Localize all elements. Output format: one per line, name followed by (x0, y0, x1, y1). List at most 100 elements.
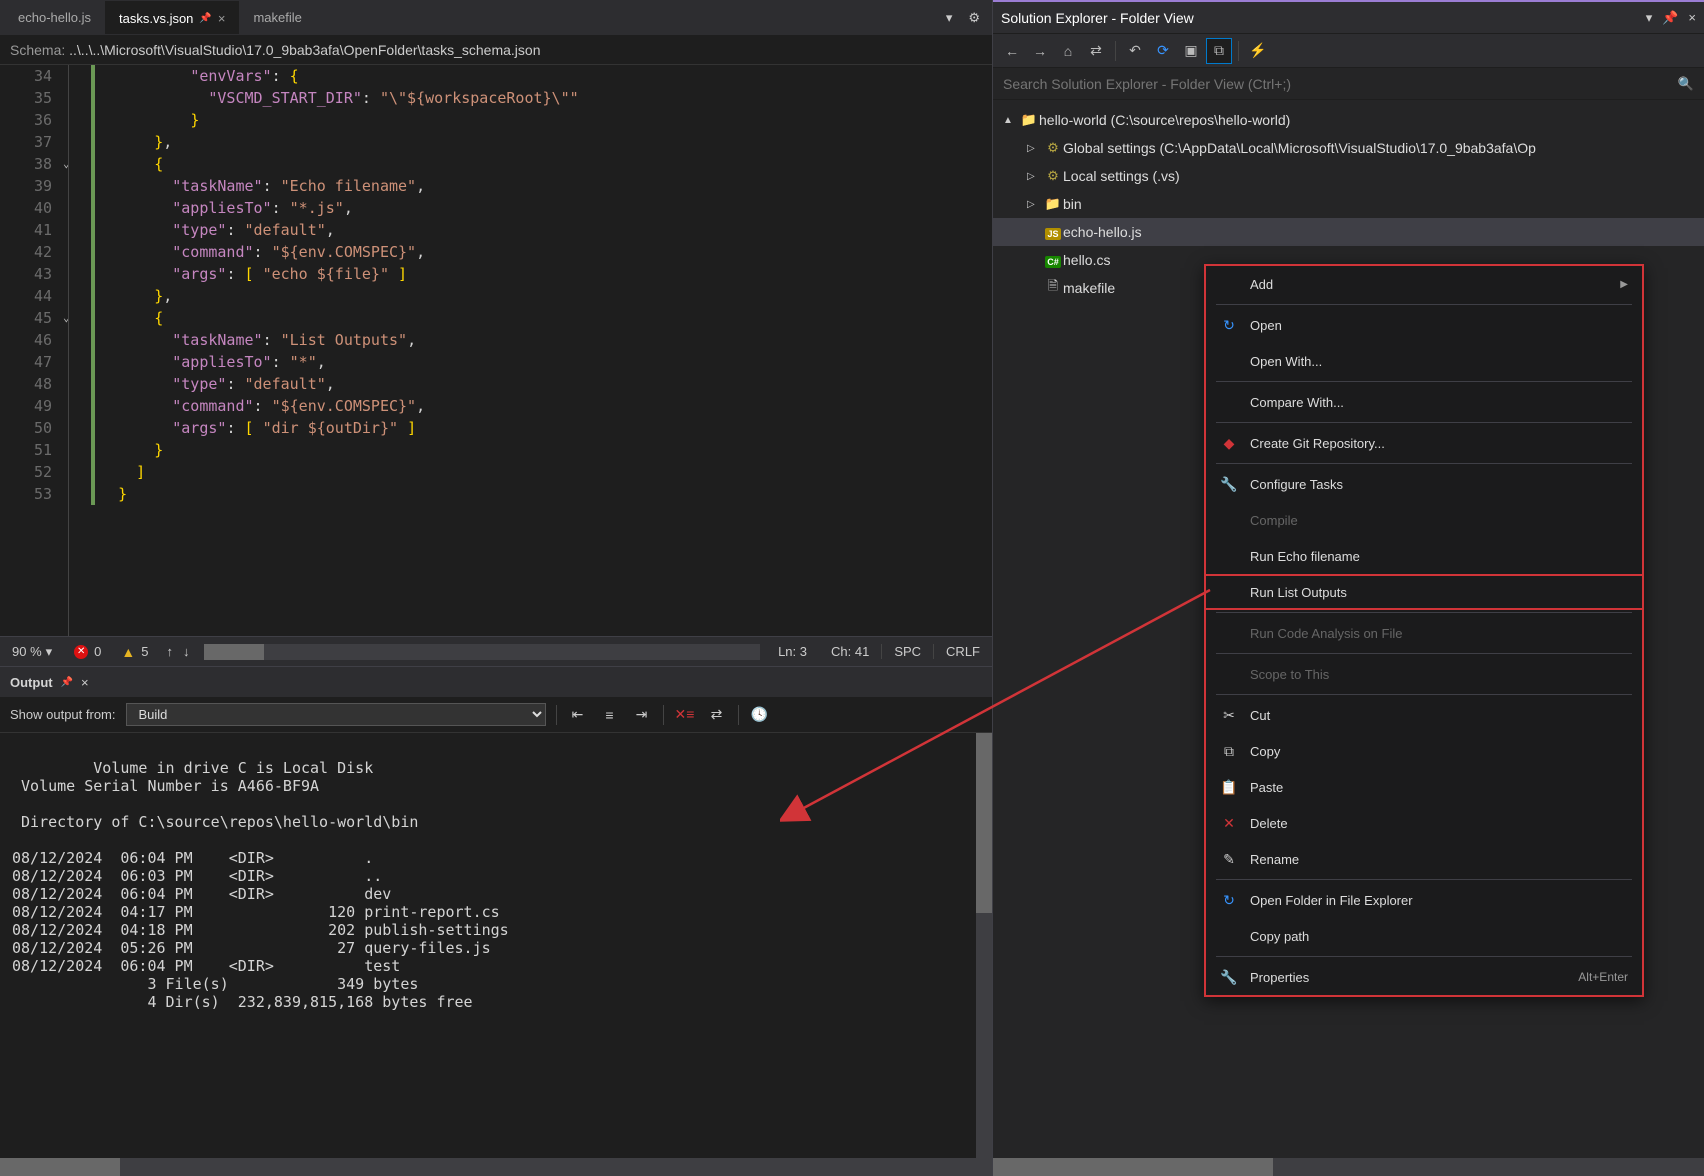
tree-item-label: makefile (1063, 280, 1115, 296)
tab-tasks-json[interactable]: tasks.vs.json 📌 × (105, 1, 239, 34)
editor-settings-icon[interactable]: ⚙ (960, 10, 988, 26)
output-h-scrollbar[interactable] (0, 1158, 992, 1176)
menu-item[interactable]: 🔧Configure Tasks (1206, 466, 1642, 502)
eol-indicator[interactable]: CRLF (946, 644, 980, 659)
menu-item-label: Run Echo filename (1250, 549, 1628, 564)
indent-indicator[interactable]: SPC (894, 644, 921, 659)
switch-view-icon[interactable]: ⇄ (1083, 38, 1109, 64)
menu-item[interactable]: ⧉Copy (1206, 733, 1642, 769)
context-menu[interactable]: Add ▶ ↻Open Open With... Compare With... ◆Cre… (1204, 264, 1644, 997)
folder-view-icon[interactable]: ⧉ (1206, 38, 1232, 64)
tree-item[interactable]: ▷📁bin (993, 190, 1704, 218)
line-indicator[interactable]: Ln: 3 (778, 644, 807, 659)
search-icon[interactable]: 🔍 (1678, 76, 1694, 92)
menu-item: Compile (1206, 502, 1642, 538)
clear-output-icon[interactable]: ✕≡ (674, 704, 696, 726)
nav-up-icon[interactable]: ↑ (167, 644, 174, 659)
pin-icon[interactable]: 📌 (199, 13, 211, 24)
menu-item[interactable]: 🔧 Properties Alt+Enter (1206, 959, 1642, 995)
error-count[interactable]: ✕0 (64, 644, 111, 659)
menu-item-icon: 🔧 (1220, 969, 1238, 986)
zoom-level[interactable]: 90 %▾ (0, 644, 64, 660)
tree-item[interactable]: ▲📁hello-world (C:\source\repos\hello-wor… (993, 106, 1704, 134)
tree-item-label: Global settings (C:\AppData\Local\Micros… (1063, 140, 1536, 156)
menu-item[interactable]: ✂Cut (1206, 697, 1642, 733)
menu-item[interactable]: ✕ Delete (1206, 805, 1642, 841)
se-toolbar: ← → ⌂ ⇄ ↶ ⟳ ▣ ⧉ ⚡ (993, 34, 1704, 68)
menu-item-icon: 🔧 (1220, 476, 1238, 493)
refresh-icon[interactable]: ⟳ (1150, 38, 1176, 64)
se-search-input[interactable] (1003, 76, 1678, 92)
indent-right-icon[interactable]: ⇥ (631, 704, 653, 726)
time-icon[interactable]: 🕓 (749, 704, 771, 726)
menu-item-label: Properties (1250, 970, 1566, 985)
forward-icon[interactable]: → (1027, 38, 1053, 64)
menu-item-label: Run Code Analysis on File (1250, 626, 1628, 641)
close-icon[interactable]: × (218, 11, 226, 26)
tree-item-label: Local settings (.vs) (1063, 168, 1180, 184)
se-dropdown-icon[interactable]: ▾ (1646, 10, 1653, 26)
menu-item[interactable]: ◆Create Git Repository... (1206, 425, 1642, 461)
output-source-select[interactable]: Build (126, 703, 546, 726)
tree-item[interactable]: ▷⚙Global settings (C:\AppData\Local\Micr… (993, 134, 1704, 162)
code-editor[interactable]: 3435363738394041424344454647484950515253… (0, 65, 992, 636)
menu-item-label: Rename (1250, 852, 1628, 867)
js-file-icon: JS (1043, 225, 1063, 240)
menu-item-icon: ⧉ (1220, 743, 1238, 760)
collapse-icon[interactable]: ▣ (1178, 38, 1204, 64)
tree-h-scrollbar[interactable] (993, 1158, 1704, 1176)
wrap-icon[interactable]: ⇄ (706, 704, 728, 726)
editor-tabs: echo-hello.js tasks.vs.json 📌 × makefile… (0, 0, 992, 36)
back-icon[interactable]: ← (999, 38, 1025, 64)
menu-item-icon: ✕ (1220, 815, 1238, 832)
menu-item[interactable]: ↻Open Folder in File Explorer (1206, 882, 1642, 918)
tree-item[interactable]: JSecho-hello.js (993, 218, 1704, 246)
tab-overflow-icon[interactable]: ▾ (938, 10, 961, 26)
se-pin-icon[interactable]: 📌 (1662, 10, 1678, 26)
submenu-arrow-icon: ▶ (1620, 279, 1628, 290)
se-search[interactable]: 🔍 (993, 68, 1704, 100)
menu-item[interactable]: Open With... (1206, 343, 1642, 379)
menu-item-shortcut: Alt+Enter (1578, 970, 1628, 984)
menu-item: Run Code Analysis on File (1206, 615, 1642, 651)
schema-bar: Schema: ..\..\..\Microsoft\VisualStudio\… (0, 36, 992, 65)
menu-item[interactable]: 📋Paste (1206, 769, 1642, 805)
menu-item[interactable]: Run Echo filename (1206, 538, 1642, 574)
indent-left-icon[interactable]: ⇤ (567, 704, 589, 726)
nav-down-icon[interactable]: ↓ (183, 644, 190, 659)
menu-item-label: Open With... (1250, 354, 1628, 369)
menu-item-icon: ↻ (1220, 317, 1238, 334)
schema-label: Schema: (10, 42, 65, 58)
indent-center-icon[interactable]: ≡ (599, 704, 621, 726)
output-panel: Output 📌 × Show output from: Build ⇤ ≡ ⇥… (0, 666, 992, 1176)
home-icon[interactable]: ⌂ (1055, 38, 1081, 64)
col-indicator[interactable]: Ch: 41 (831, 644, 869, 659)
tab-makefile[interactable]: makefile (239, 2, 315, 33)
menu-item[interactable]: Run List Outputs (1204, 574, 1644, 610)
warning-count[interactable]: ▲5 (111, 644, 158, 660)
se-title: Solution Explorer - Folder View (1001, 10, 1646, 26)
menu-item-label: Copy path (1250, 929, 1628, 944)
menu-item-label: Compile (1250, 513, 1628, 528)
menu-item-label: Add (1250, 277, 1608, 292)
se-close-icon[interactable]: × (1688, 10, 1696, 26)
output-body[interactable]: Volume in drive C is Local Disk Volume S… (0, 733, 992, 1158)
menu-item-label: Compare With... (1250, 395, 1628, 410)
menu-item[interactable]: Add ▶ (1206, 266, 1642, 302)
output-source-label: Show output from: (10, 707, 116, 722)
tab-echo-hello[interactable]: echo-hello.js (4, 2, 105, 33)
editor-h-scrollbar[interactable] (204, 644, 761, 660)
filter-icon[interactable]: ⚡ (1245, 38, 1271, 64)
menu-item-label: Paste (1250, 780, 1628, 795)
menu-item[interactable]: ↻Open (1206, 307, 1642, 343)
panel-close-icon[interactable]: × (81, 675, 89, 690)
panel-pin-icon[interactable]: 📌 (61, 677, 73, 688)
menu-item-label: Delete (1250, 816, 1628, 831)
menu-item[interactable]: Copy path (1206, 918, 1642, 954)
menu-item[interactable]: Compare With... (1206, 384, 1642, 420)
undo-icon[interactable]: ↶ (1122, 38, 1148, 64)
settings-icon: ⚙ (1043, 168, 1063, 184)
output-v-scrollbar[interactable] (976, 733, 992, 1158)
tree-item[interactable]: ▷⚙Local settings (.vs) (993, 162, 1704, 190)
menu-item[interactable]: ✎Rename (1206, 841, 1642, 877)
